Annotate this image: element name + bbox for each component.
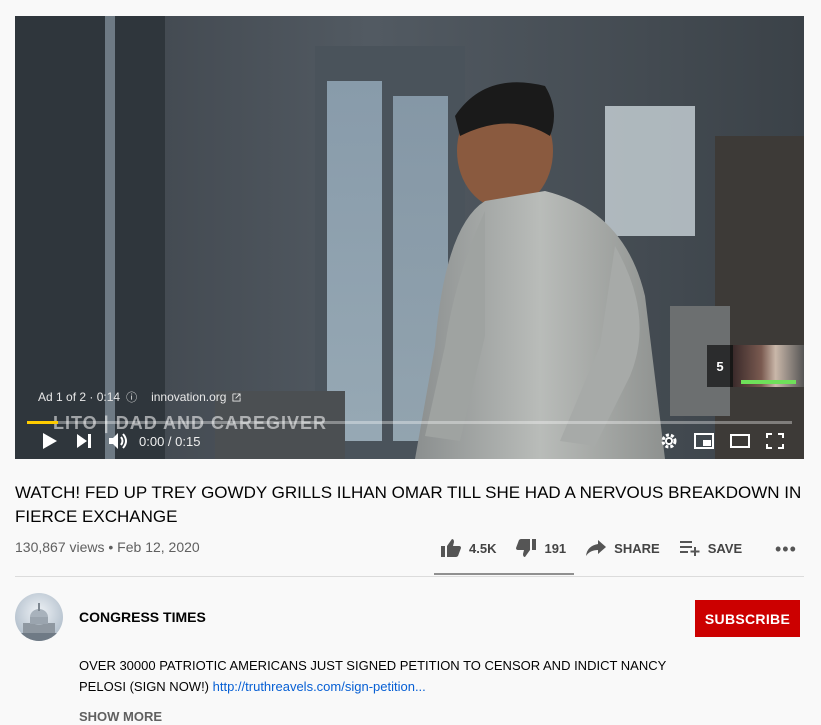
- play-icon: [43, 433, 57, 449]
- theater-icon: [730, 434, 750, 448]
- thumbs-down-icon: [516, 539, 537, 557]
- ad-info: Ad 1 of 2 · 0:14 ⓘ innovation.org: [38, 389, 242, 405]
- more-actions-icon[interactable]: •••: [775, 539, 797, 560]
- fullscreen-button[interactable]: [766, 433, 784, 449]
- fullscreen-icon: [766, 433, 784, 449]
- video-description: OVER 30000 PATRIOTIC AMERICANS JUST SIGN…: [79, 655, 679, 697]
- action-bar: 4.5K 191 SHARE SAVE: [441, 539, 762, 557]
- channel-avatar[interactable]: [15, 593, 63, 641]
- like-button[interactable]: 4.5K: [441, 539, 496, 557]
- video-player[interactable]: 5 Ad 1 of 2 · 0:14 ⓘ innovation.org LITO…: [15, 16, 804, 459]
- save-label: SAVE: [707, 540, 743, 556]
- next-video-thumbnail: [733, 345, 804, 387]
- share-button[interactable]: SHARE: [586, 540, 660, 556]
- sentiment-bar: [434, 573, 574, 575]
- capitol-dome-icon: [19, 603, 59, 641]
- playlist-add-icon: [679, 541, 700, 556]
- video-meta: 130,867 views • Feb 12, 2020 4.5K 191 SH…: [15, 539, 805, 559]
- ad-label: Ad 1 of 2 · 0:14: [38, 390, 121, 404]
- show-more-button[interactable]: SHOW MORE: [79, 709, 162, 724]
- thumbs-up-icon: [441, 539, 461, 557]
- next-button[interactable]: [77, 434, 91, 448]
- play-button[interactable]: [43, 433, 57, 449]
- player-controls: 0:00 / 0:15: [15, 423, 804, 459]
- miniplayer-button[interactable]: [694, 433, 714, 449]
- external-link-icon[interactable]: [232, 392, 242, 402]
- views-date: 130,867 views • Feb 12, 2020: [15, 539, 200, 555]
- volume-icon: [109, 433, 127, 449]
- description-link[interactable]: http://truthreavels.com/sign-petition...: [213, 679, 426, 694]
- sponsor-link[interactable]: innovation.org: [151, 390, 226, 404]
- skip-preview[interactable]: 5: [707, 345, 804, 387]
- skip-countdown: 5: [707, 345, 733, 387]
- subscribe-button[interactable]: SUBSCRIBE: [695, 600, 800, 637]
- channel-name[interactable]: CONGRESS TIMES: [79, 609, 206, 625]
- like-count: 4.5K: [469, 540, 497, 556]
- save-button[interactable]: SAVE: [679, 540, 743, 556]
- dislike-button[interactable]: 191: [516, 539, 566, 557]
- share-icon: [586, 540, 607, 556]
- share-label: SHARE: [614, 540, 660, 556]
- video-title: WATCH! FED UP TREY GOWDY GRILLS ILHAN OM…: [15, 483, 802, 526]
- theater-button[interactable]: [730, 434, 750, 448]
- next-icon: [77, 434, 91, 448]
- info-icon[interactable]: ⓘ: [126, 389, 137, 405]
- volume-button[interactable]: [109, 432, 129, 450]
- settings-button[interactable]: [660, 432, 678, 450]
- divider: [15, 576, 804, 577]
- dislike-count: 191: [544, 540, 567, 556]
- time-display: 0:00 / 0:15: [139, 433, 201, 449]
- settings-icon: [661, 433, 677, 449]
- miniplayer-icon: [694, 433, 714, 449]
